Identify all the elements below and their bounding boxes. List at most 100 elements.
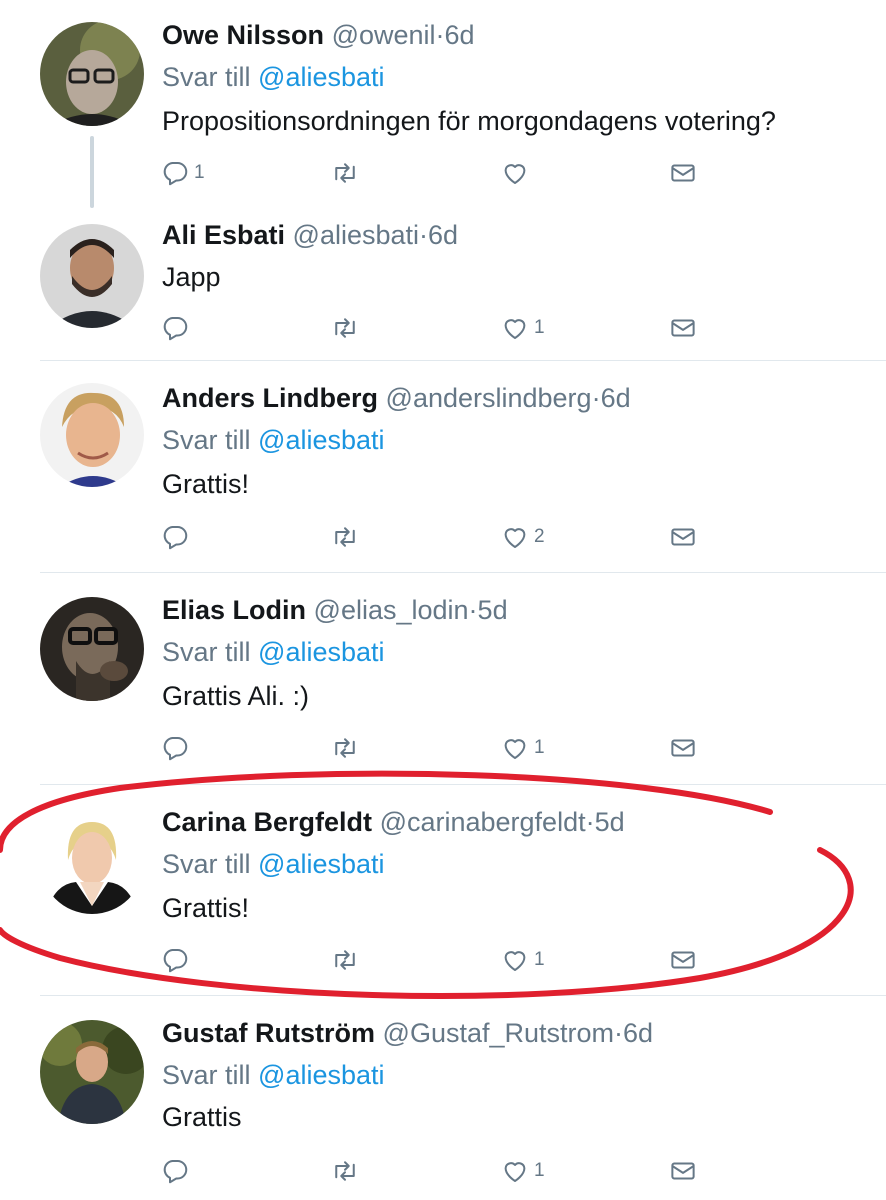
reply-prefix: Svar till [162, 637, 251, 667]
avatar-photo [40, 597, 144, 701]
timestamp[interactable]: 5d [478, 595, 508, 625]
like-button[interactable]: 1 [500, 311, 545, 345]
retweet-button[interactable] [330, 311, 364, 345]
retweet-icon [335, 163, 355, 183]
user-handle[interactable]: @aliesbati [293, 220, 419, 250]
mention-link[interactable]: @aliesbati [258, 849, 384, 879]
avatar-photo [40, 1020, 144, 1124]
reply-context: Svar till @aliesbati [162, 1058, 385, 1092]
separator: · [614, 1018, 624, 1048]
reply-icon [163, 949, 188, 973]
user-handle[interactable]: @elias_lodin [314, 595, 469, 625]
action-bar: 1 [160, 943, 720, 977]
mention-link[interactable]: @aliesbati [258, 637, 384, 667]
tweet-header: Carina Bergfeldt @carinabergfeldt·5d [162, 805, 625, 839]
separator: · [585, 807, 595, 837]
retweet-icon [335, 527, 355, 547]
reply-prefix: Svar till [162, 62, 251, 92]
user-handle[interactable]: @owenil [332, 20, 436, 50]
avatar-photo [40, 810, 144, 914]
avatar[interactable] [40, 1020, 144, 1124]
reply-button[interactable] [160, 1154, 194, 1188]
direct-message-button[interactable] [668, 943, 698, 977]
tweet-text: Japp [162, 262, 221, 292]
heart-icon [504, 1162, 526, 1182]
tweet-header: Anders Lindberg @anderslindberg·6d [162, 381, 631, 415]
avatar[interactable] [40, 597, 144, 701]
tweet-header: Owe Nilsson @owenil·6d [162, 18, 475, 52]
direct-message-button[interactable] [668, 156, 698, 190]
tweet-owe-nilsson[interactable]: Owe Nilsson @owenil·6d Svar till @aliesb… [0, 0, 886, 208]
display-name[interactable]: Ali Esbati [162, 220, 285, 250]
display-name[interactable]: Elias Lodin [162, 595, 306, 625]
timestamp[interactable]: 6d [428, 220, 458, 250]
avatar-photo [40, 383, 144, 487]
tweet-gustaf-rutstrom[interactable]: Gustaf Rutström @Gustaf_Rutstrom·6d Svar… [0, 996, 886, 1200]
avatar[interactable] [40, 22, 144, 126]
retweet-button[interactable] [330, 731, 364, 765]
reply-context: Svar till @aliesbati [162, 847, 385, 881]
tweet-ali-esbati[interactable]: Ali Esbati @aliesbati·6d Japp 1 [0, 208, 886, 360]
timestamp[interactable]: 6d [623, 1018, 653, 1048]
retweet-button[interactable] [330, 156, 364, 190]
timestamp[interactable]: 6d [445, 20, 475, 50]
retweet-button[interactable] [330, 943, 364, 977]
direct-message-button[interactable] [668, 520, 698, 554]
heart-icon [504, 739, 526, 759]
avatar[interactable] [40, 224, 144, 328]
tweet-header: Elias Lodin @elias_lodin·5d [162, 593, 508, 627]
reply-button[interactable] [160, 943, 194, 977]
reply-button[interactable] [160, 731, 194, 765]
avatar[interactable] [40, 810, 144, 914]
timestamp[interactable]: 5d [595, 807, 625, 837]
display-name[interactable]: Anders Lindberg [162, 383, 378, 413]
direct-message-button[interactable] [668, 1154, 698, 1188]
action-bar: 1 [160, 731, 720, 765]
heart-icon [504, 528, 526, 548]
envelope-icon [671, 164, 695, 182]
like-button[interactable]: 1 [500, 943, 545, 977]
reply-button[interactable] [160, 311, 194, 345]
reply-button[interactable] [160, 520, 194, 554]
retweet-button[interactable] [330, 520, 364, 554]
tweet-anders-lindberg[interactable]: Anders Lindberg @anderslindberg·6d Svar … [0, 361, 886, 572]
like-count: 1 [534, 949, 545, 970]
heart-icon [504, 164, 526, 184]
display-name[interactable]: Owe Nilsson [162, 20, 324, 50]
tweet-carina-bergfeldt[interactable]: Carina Bergfeldt @carinabergfeldt·5d Sva… [0, 785, 886, 995]
reply-context: Svar till @aliesbati [162, 423, 385, 457]
tweet-header: Ali Esbati @aliesbati·6d [162, 218, 458, 252]
direct-message-button[interactable] [668, 731, 698, 765]
retweet-button[interactable] [330, 1154, 364, 1188]
tweet-elias-lodin[interactable]: Elias Lodin @elias_lodin·5d Svar till @a… [0, 573, 886, 784]
tweet-text: Grattis! [162, 469, 250, 499]
display-name[interactable]: Carina Bergfeldt [162, 807, 372, 837]
reply-icon [163, 317, 188, 341]
tweet-text: Grattis! [162, 893, 250, 923]
display-name[interactable]: Gustaf Rutström [162, 1018, 375, 1048]
avatar[interactable] [40, 383, 144, 487]
mention-link[interactable]: @aliesbati [258, 425, 384, 455]
like-button[interactable]: 1 [500, 1154, 545, 1188]
like-button[interactable]: 2 [500, 520, 545, 554]
direct-message-button[interactable] [668, 311, 698, 345]
retweet-icon [335, 1161, 355, 1181]
reply-button[interactable]: 1 [160, 156, 205, 190]
mention-link[interactable]: @aliesbati [258, 1060, 384, 1090]
retweet-icon [335, 950, 355, 970]
user-handle[interactable]: @carinabergfeldt [380, 807, 586, 837]
avatar-photo [40, 224, 144, 328]
tweet-header: Gustaf Rutström @Gustaf_Rutstrom·6d [162, 1016, 653, 1050]
user-handle[interactable]: @Gustaf_Rutstrom [383, 1018, 614, 1048]
user-handle[interactable]: @anderslindberg [386, 383, 592, 413]
separator: · [435, 20, 445, 50]
like-button[interactable] [500, 156, 534, 190]
like-button[interactable]: 1 [500, 731, 545, 765]
separator: · [468, 595, 478, 625]
reply-icon [163, 737, 188, 761]
envelope-icon [671, 1162, 695, 1180]
action-bar: 2 [160, 520, 720, 554]
envelope-icon [671, 951, 695, 969]
mention-link[interactable]: @aliesbati [258, 62, 384, 92]
timestamp[interactable]: 6d [601, 383, 631, 413]
